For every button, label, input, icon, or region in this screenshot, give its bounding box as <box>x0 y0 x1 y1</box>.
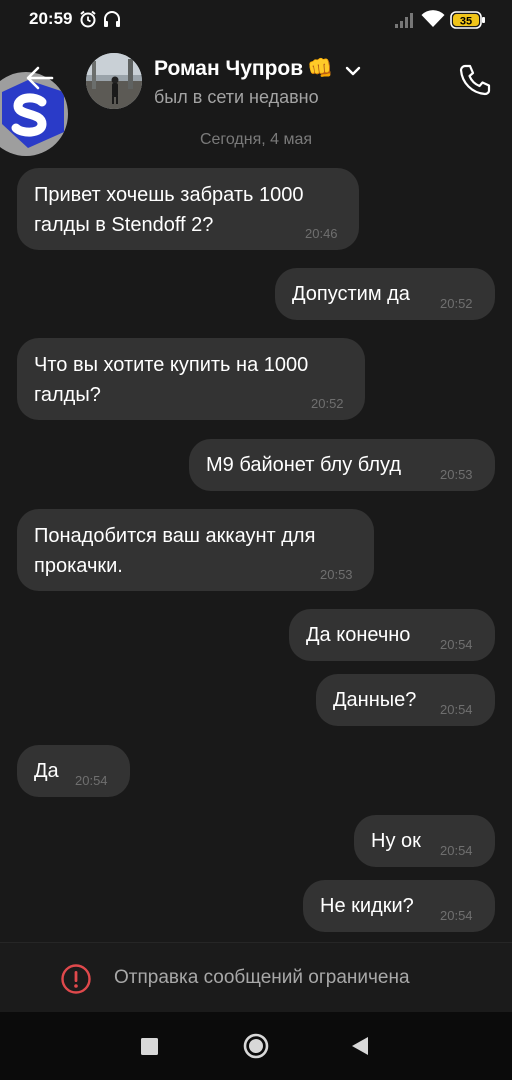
back-arrow-icon[interactable] <box>24 62 56 94</box>
home-circle-icon[interactable] <box>243 1033 269 1059</box>
message-line: Что вы хотите купить на 1000 <box>34 354 309 376</box>
message-text: Не кидки? <box>320 895 414 917</box>
message-line: галды? <box>34 384 101 406</box>
message-time: 20:54 <box>440 843 473 858</box>
message-time: 20:54 <box>440 702 473 717</box>
message-outgoing[interactable]: Да конечно 20:54 <box>289 609 495 661</box>
restriction-banner: Отправка сообщений ограничена <box>0 942 512 1013</box>
message-incoming[interactable]: Привет хочешь забрать 1000 галды в Stend… <box>17 168 359 250</box>
status-time: 20:59 <box>29 9 73 28</box>
headphones-icon <box>104 11 120 27</box>
message-text: Привет хочешь забрать 1000 галды в Stend… <box>34 180 303 240</box>
message-time: 20:54 <box>440 637 473 652</box>
message-line: Привет хочешь забрать 1000 <box>34 184 304 206</box>
message-incoming[interactable]: Понадобится ваш аккаунт для прокачки. 20… <box>17 509 374 591</box>
restriction-text: Отправка сообщений ограничена <box>114 967 410 988</box>
message-outgoing[interactable]: Данные? 20:54 <box>316 674 495 726</box>
battery-icon: 35 <box>450 11 485 29</box>
message-text: Да конечно <box>306 624 411 646</box>
message-time: 20:52 <box>440 296 473 311</box>
contact-avatar[interactable] <box>86 53 142 109</box>
message-time: 20:53 <box>440 467 473 482</box>
message-text: Данные? <box>333 689 417 711</box>
message-time: 20:53 <box>320 567 353 582</box>
chevron-down-icon[interactable] <box>344 64 362 78</box>
message-text: Ну ок <box>371 830 421 852</box>
message-outgoing[interactable]: M9 байонет блу блуд 20:53 <box>189 439 495 491</box>
message-time: 20:54 <box>75 773 108 788</box>
fist-emoji: 👊 <box>307 57 334 80</box>
contact-name[interactable]: Роман Чупров 👊 <box>154 57 333 81</box>
recents-square-icon[interactable] <box>141 1038 158 1055</box>
message-time: 20:46 <box>305 226 338 241</box>
message-line: галды в Stendoff 2? <box>34 214 214 236</box>
message-text: Да <box>34 760 59 782</box>
contact-name-text: Роман Чупров <box>154 57 304 80</box>
message-line: прокачки. <box>34 555 123 577</box>
message-text: Допустим да <box>292 283 410 305</box>
message-text: Что вы хотите купить на 1000 галды? <box>34 350 308 410</box>
date-separator: Сегодня, 4 мая <box>199 131 313 148</box>
message-text: Понадобится ваш аккаунт для прокачки. <box>34 521 315 581</box>
system-nav-bar <box>0 1012 512 1080</box>
wifi-icon <box>421 10 445 27</box>
message-incoming[interactable]: Да 20:54 <box>17 745 130 797</box>
message-outgoing[interactable]: Не кидки? 20:54 <box>303 880 495 932</box>
battery-level: 35 <box>460 16 472 28</box>
message-outgoing[interactable]: Ну ок 20:54 <box>354 815 495 867</box>
alert-circle-icon <box>61 964 91 994</box>
message-line: Понадобится ваш аккаунт для <box>34 525 316 547</box>
message-time: 20:52 <box>311 396 344 411</box>
alarm-icon <box>80 10 96 28</box>
signal-icon <box>395 13 413 28</box>
chat-header: Роман Чупров 👊 был в сети недавно <box>0 40 512 156</box>
message-time: 20:54 <box>440 908 473 923</box>
back-triangle-icon[interactable] <box>351 1036 369 1056</box>
message-text: M9 байонет блу блуд <box>206 454 401 476</box>
phone-icon[interactable] <box>457 62 493 98</box>
contact-status: был в сети недавно <box>154 87 319 107</box>
status-bar: 20:59 35 <box>0 0 512 40</box>
message-outgoing[interactable]: Допустим да 20:52 <box>275 268 495 320</box>
message-incoming[interactable]: Что вы хотите купить на 1000 галды? 20:5… <box>17 338 365 420</box>
